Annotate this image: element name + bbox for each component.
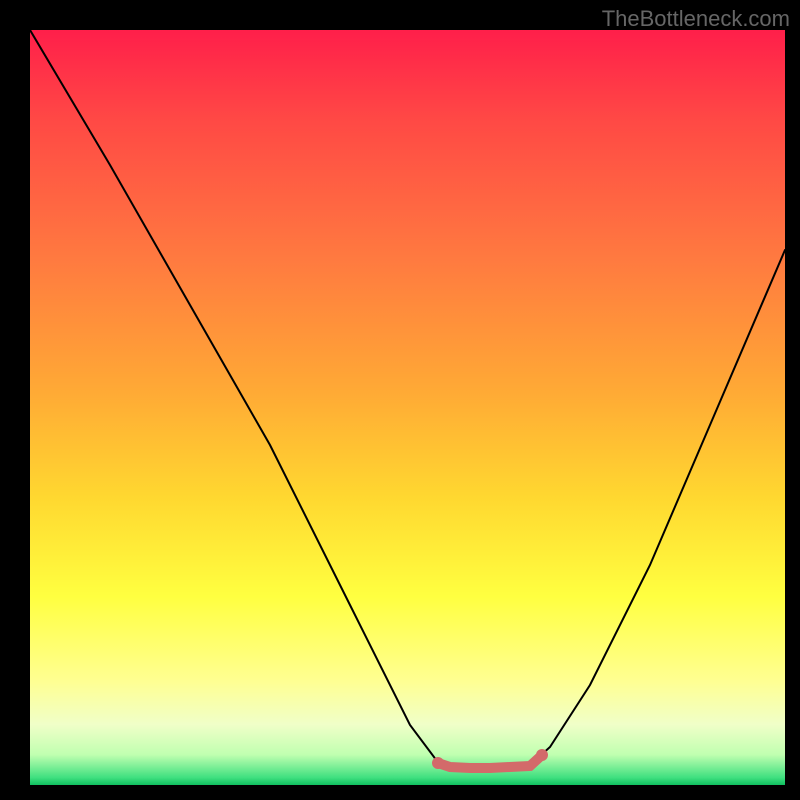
main-curve (30, 30, 785, 767)
highlight-right-dot (536, 749, 548, 761)
highlight-left-dot (432, 757, 444, 769)
bottom-highlight-curve (438, 755, 542, 768)
chart-svg (30, 30, 785, 785)
watermark-text: TheBottleneck.com (602, 6, 790, 32)
chart-plot-area (30, 30, 785, 785)
